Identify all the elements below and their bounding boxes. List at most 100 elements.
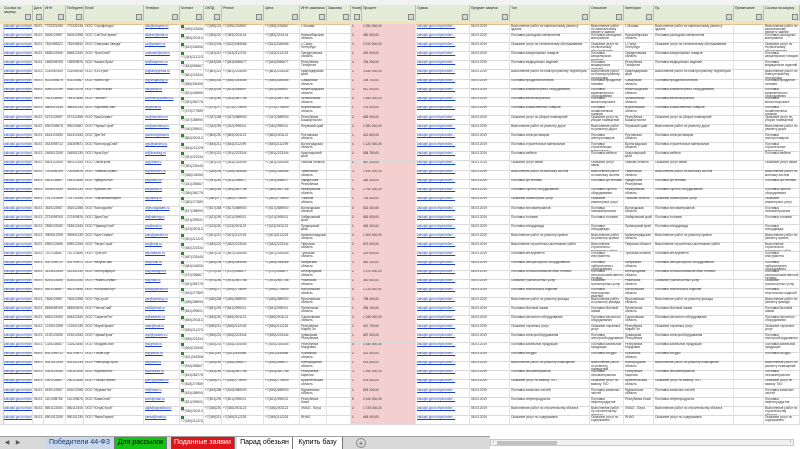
table-cell[interactable]: 06.03.2019	[470, 24, 510, 33]
table-cell[interactable]: Нижегородская область	[624, 87, 654, 97]
table-cell[interactable]: +7(473)2778899	[204, 105, 222, 115]
table-cell[interactable]: 2	[351, 69, 362, 79]
table-cell[interactable]: Поставка мебели	[590, 151, 624, 161]
table-cell[interactable]: tvs@mail.ru	[144, 242, 180, 252]
table-cell[interactable]: Чувашская Республика	[624, 333, 654, 343]
table-cell[interactable]: 06.03.2019	[470, 315, 510, 325]
filter-dropdown-icon[interactable]	[25, 14, 31, 20]
table-cell[interactable]: 1 305 000,00	[362, 233, 416, 243]
table-cell[interactable]	[327, 215, 351, 225]
table-cell[interactable]: +7(345)2445566	[180, 169, 204, 179]
table-cell[interactable]: 340 800,00	[362, 278, 416, 288]
table-cell[interactable]: Выполнение работ по ремонту дорог	[590, 124, 624, 134]
table-cell[interactable]: kl@karelia.ru	[144, 369, 180, 379]
table-cell[interactable]: 7451234560	[44, 96, 66, 106]
table-cell[interactable]: +7(816)2556677	[180, 360, 204, 370]
table-cell[interactable]: 06.03.2019	[33, 69, 44, 79]
table-cell[interactable]: 2	[351, 33, 362, 43]
table-cell[interactable]	[734, 369, 764, 379]
table-cell[interactable]: Поставка строительных материалов	[764, 142, 800, 152]
table-cell[interactable]: zakupki.gov.ru/epz/order/...	[416, 160, 470, 170]
table-cell[interactable]: Ярославская область	[300, 297, 327, 306]
table-cell[interactable]: 7702321456	[66, 24, 84, 33]
table-cell[interactable]: 1	[351, 415, 362, 425]
table-cell[interactable]: Волгоградская область	[624, 142, 654, 152]
column-header[interactable]: ИНН заказчика	[300, 5, 327, 21]
table-cell[interactable]: +7(484)2445566	[204, 260, 222, 270]
table-cell[interactable]: +7(423)2001122	[264, 224, 300, 234]
table-cell[interactable]: 2	[351, 324, 362, 334]
table-cell[interactable]: zakupki.gov.ru/epz/order/...	[416, 206, 470, 215]
table-cell[interactable]: Поставка бытовой химии	[654, 306, 734, 316]
table-cell[interactable]: Воронежская область	[300, 105, 327, 115]
table-cell[interactable]: +7(841)2990011	[222, 306, 264, 316]
table-cell[interactable]: 1 260 000,00	[362, 369, 416, 379]
table-cell[interactable]	[734, 251, 764, 261]
table-cell[interactable]: Оказание инженерных услуг	[510, 196, 590, 206]
table-cell[interactable]: Поставка текстильных изделий	[764, 287, 800, 297]
table-cell[interactable]: 1	[351, 388, 362, 397]
table-cell[interactable]: 5190123987	[66, 388, 84, 397]
table-cell[interactable]: ООО "ВолгоградСнаб"	[84, 142, 144, 152]
table-cell[interactable]: Выполнение работ по монтажу систем	[510, 169, 590, 179]
table-cell[interactable]: uralsnab@mail.ru	[144, 51, 180, 61]
table-cell[interactable]	[734, 196, 764, 206]
table-cell[interactable]: ООО "БелгородАгро"	[84, 269, 144, 279]
table-cell[interactable]	[327, 206, 351, 215]
table-cell[interactable]: ЯНАО	[300, 415, 327, 425]
table-cell[interactable]: 06.03.2019	[33, 105, 44, 115]
table-cell[interactable]: 2	[351, 297, 362, 306]
table-cell[interactable]: 06.03.2019	[33, 260, 44, 270]
table-cell[interactable]: +7(383)2201144	[264, 33, 300, 43]
table-cell[interactable]	[734, 233, 764, 243]
table-cell[interactable]: +7(835)2223344	[204, 333, 222, 343]
table-cell[interactable]: Оказание услуг по техническому обслужива…	[510, 42, 590, 52]
table-cell[interactable]: 1	[351, 251, 362, 261]
table-cell[interactable]: Мурманская область	[300, 388, 327, 397]
table-cell[interactable]: Хабаровский край	[624, 215, 654, 225]
table-cell[interactable]: 06.03.2019	[33, 196, 44, 206]
table-cell[interactable]: 1 250 000,00	[362, 24, 416, 33]
table-cell[interactable]: Самарская область	[624, 78, 654, 88]
table-cell[interactable]: Оказание охранных услуг	[764, 324, 800, 334]
table-cell[interactable]: zakupki.gov.ru/epz/order/...	[3, 251, 33, 261]
table-cell[interactable]: Поставка инструмента	[590, 251, 624, 261]
table-cell[interactable]: 1	[351, 278, 362, 288]
table-cell[interactable]: +7(349)2112233	[264, 415, 300, 425]
table-cell[interactable]	[734, 397, 764, 407]
table-cell[interactable]: 06.03.2019	[33, 224, 44, 234]
table-cell[interactable]: 06.03.2019	[470, 187, 510, 197]
table-cell[interactable]: +7(836)2112233	[204, 324, 222, 334]
filter-dropdown-icon[interactable]	[354, 14, 360, 20]
table-cell[interactable]: 8901012398	[66, 415, 84, 425]
table-cell[interactable]: Поставка бытовой химии	[510, 306, 590, 316]
table-cell[interactable]: Поставка сельскохозяйственной техники	[654, 269, 734, 279]
table-cell[interactable]: +7(401)2112233	[180, 233, 204, 243]
table-cell[interactable]: 06.03.2019	[33, 215, 44, 225]
table-cell[interactable]: Поставка электротоваров	[654, 133, 734, 143]
table-cell[interactable]: zakupki.gov.ru/epz/order/...	[3, 269, 33, 279]
table-cell[interactable]: Поставка металлопроката	[764, 96, 800, 106]
table-cell[interactable]: zakupki.gov.ru/epz/order/...	[416, 78, 470, 88]
table-cell[interactable]: +7(844)2112299	[222, 142, 264, 152]
table-cell[interactable]: ООО "ПермьСтрой"	[84, 124, 144, 134]
table-cell[interactable]: Поставка лабораторного оборудования	[764, 260, 800, 270]
table-cell[interactable]: 4205012345	[44, 187, 66, 197]
table-cell[interactable]: +7(821)2990011	[180, 397, 204, 407]
table-cell[interactable]	[734, 215, 764, 225]
table-cell[interactable]: г. Москва	[300, 24, 327, 33]
table-cell[interactable]: Выполнение работ по капитальному ремонту…	[764, 24, 800, 33]
table-cell[interactable]	[327, 287, 351, 297]
table-cell[interactable]: zakupki.gov.ru/epz/order/...	[416, 115, 470, 124]
table-cell[interactable]: 06.03.2019	[33, 388, 44, 397]
table-cell[interactable]: 06.03.2019	[33, 42, 44, 52]
table-cell[interactable]: 0274123987	[44, 115, 66, 124]
table-cell[interactable]	[734, 297, 764, 306]
table-cell[interactable]: Оказание транспортных услуг	[510, 278, 590, 288]
table-cell[interactable]: 1655098765	[66, 60, 84, 70]
filter-dropdown-icon[interactable]	[343, 14, 349, 20]
scroll-right-icon[interactable]: ›	[788, 440, 793, 445]
table-cell[interactable]: 7702321456	[44, 24, 66, 33]
table-cell[interactable]: ps@permstroy.ru	[144, 124, 180, 134]
table-cell[interactable]: 06.03.2019	[470, 151, 510, 161]
